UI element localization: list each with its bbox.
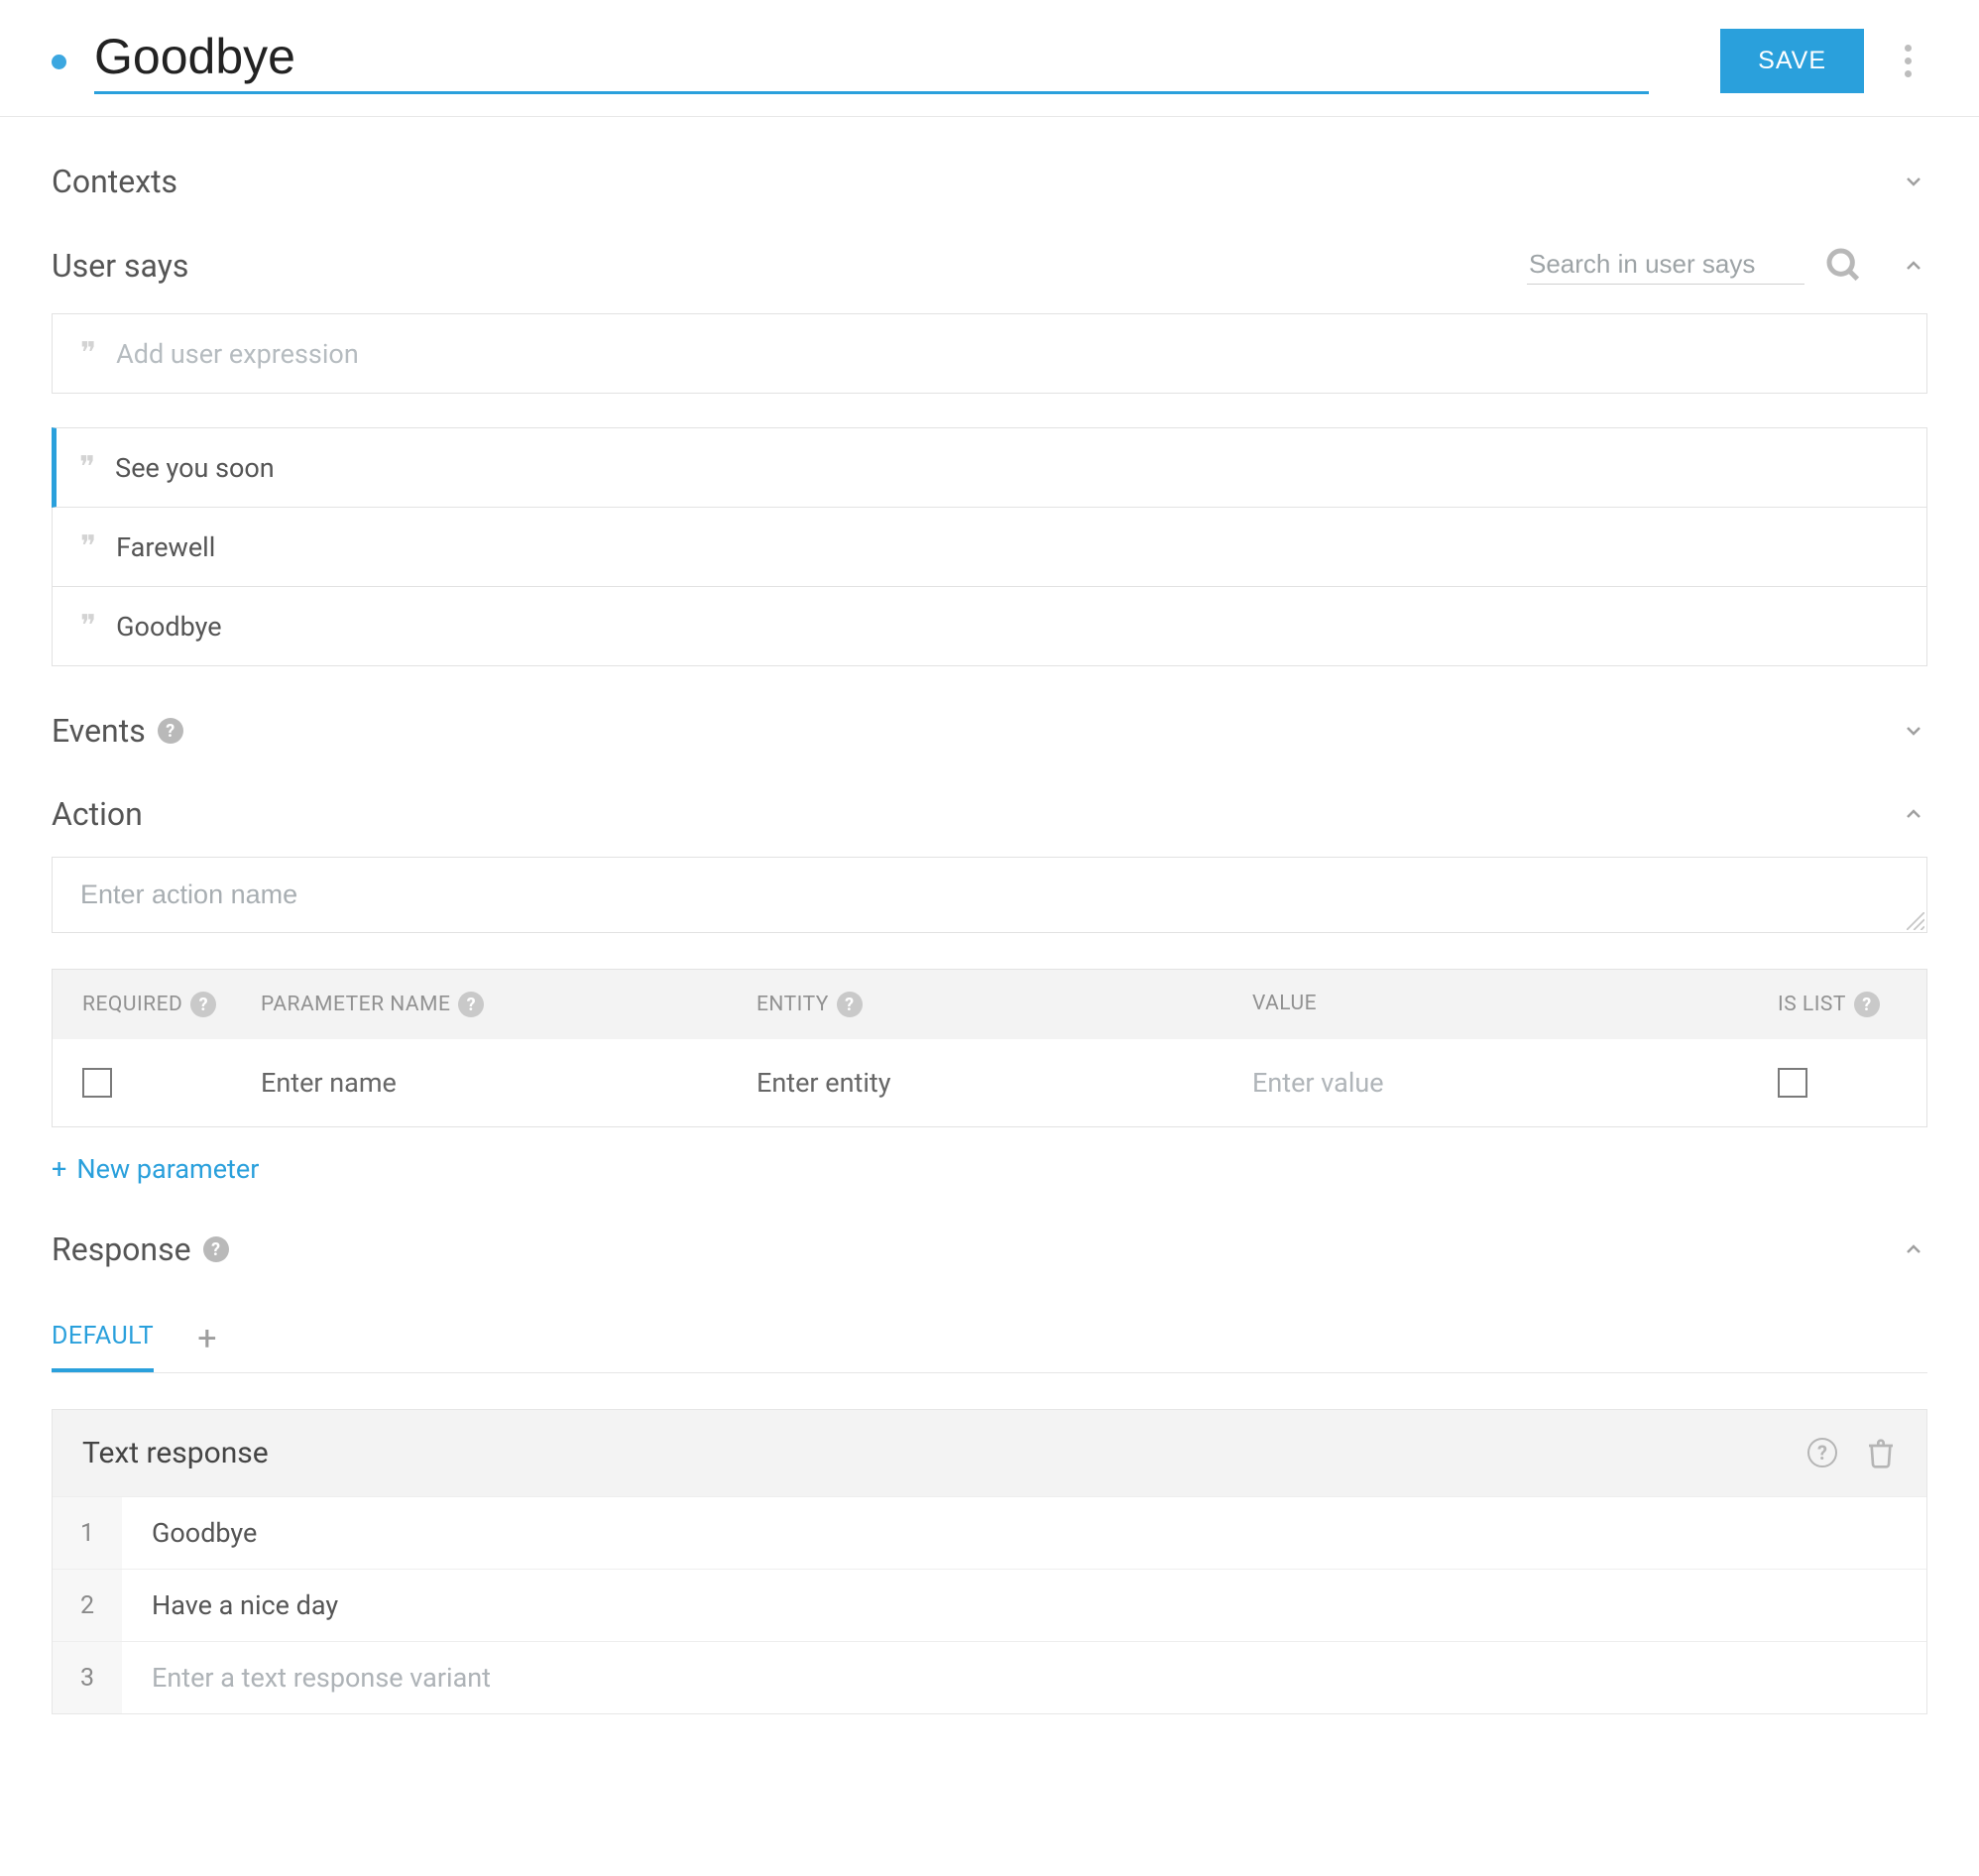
intent-status-dot-icon	[52, 55, 66, 69]
param-value-input[interactable]: Enter value	[1252, 1067, 1384, 1099]
search-icon[interactable]	[1824, 246, 1864, 286]
islist-help-icon[interactable]: ?	[1854, 992, 1880, 1017]
add-expression-placeholder: Add user expression	[116, 338, 359, 370]
new-parameter-label: New parameter	[76, 1153, 259, 1185]
user-expression-row[interactable]: ❞ Farewell	[52, 508, 1927, 587]
user-says-search-input[interactable]	[1527, 248, 1804, 285]
response-variant-text[interactable]: Have a nice day	[122, 1570, 1926, 1641]
col-entity-label: ENTITY	[757, 993, 829, 1016]
contexts-expand-toggle[interactable]	[1900, 168, 1927, 195]
response-variant-row[interactable]: 3 Enter a text response variant	[53, 1641, 1926, 1713]
user-says-title: User says	[52, 247, 188, 285]
section-action: Action	[52, 750, 1927, 833]
col-required-label: REQUIRED	[82, 993, 182, 1016]
user-expression-text: See you soon	[115, 452, 275, 484]
response-variant-number: 1	[53, 1497, 122, 1569]
action-collapse-toggle[interactable]	[1900, 800, 1927, 828]
text-response-card: Text response ? 1 Goodbye 2 Have a nice …	[52, 1409, 1927, 1714]
text-response-title: Text response	[82, 1436, 269, 1470]
paramname-help-icon[interactable]: ?	[458, 992, 484, 1017]
response-variant-text[interactable]: Goodbye	[122, 1497, 1926, 1569]
response-variant-row[interactable]: 2 Have a nice day	[53, 1569, 1926, 1641]
trash-icon[interactable]	[1865, 1438, 1897, 1469]
action-name-input[interactable]	[53, 858, 1926, 932]
resize-handle-icon[interactable]	[1907, 912, 1924, 930]
more-menu-icon[interactable]	[1888, 42, 1927, 81]
required-help-icon[interactable]: ?	[190, 992, 216, 1017]
response-variant-number: 2	[53, 1570, 122, 1641]
action-name-wrap	[52, 857, 1927, 933]
text-response-help-icon[interactable]: ?	[1807, 1438, 1837, 1467]
col-paramname-label: PARAMETER NAME	[261, 993, 450, 1016]
response-variant-placeholder[interactable]: Enter a text response variant	[122, 1642, 1926, 1713]
quote-icon: ❞	[80, 529, 96, 564]
add-user-expression-input[interactable]: ❞ Add user expression	[52, 313, 1927, 394]
user-expression-row[interactable]: ❞ See you soon	[52, 427, 1927, 508]
response-variant-number: 3	[53, 1642, 122, 1713]
response-tabs: DEFAULT +	[52, 1304, 1927, 1373]
section-contexts: Contexts	[52, 117, 1927, 200]
action-title: Action	[52, 795, 143, 833]
events-title: Events	[52, 712, 146, 750]
required-checkbox[interactable]	[82, 1068, 112, 1098]
response-help-icon[interactable]: ?	[203, 1236, 229, 1262]
response-variant-row[interactable]: 1 Goodbye	[53, 1496, 1926, 1569]
response-title: Response	[52, 1231, 191, 1268]
quote-icon: ❞	[80, 609, 96, 644]
param-name-input[interactable]: Enter name	[261, 1067, 397, 1099]
tab-default[interactable]: DEFAULT	[52, 1304, 154, 1372]
entity-help-icon[interactable]: ?	[837, 992, 863, 1017]
user-expression-text: Goodbye	[116, 611, 221, 643]
parameters-header: REQUIRED? PARAMETER NAME? ENTITY? VALUE …	[53, 970, 1926, 1039]
events-help-icon[interactable]: ?	[158, 718, 183, 744]
new-parameter-button[interactable]: + New parameter	[52, 1153, 1927, 1185]
param-entity-input[interactable]: Enter entity	[757, 1067, 891, 1099]
quote-icon: ❞	[79, 450, 95, 485]
section-user-says: User says	[52, 200, 1927, 286]
parameter-row[interactable]: Enter name Enter entity Enter value	[53, 1039, 1926, 1126]
intent-header: SAVE	[0, 0, 1979, 117]
user-expression-text: Farewell	[116, 531, 215, 563]
intent-name-input[interactable]	[94, 28, 1649, 94]
user-expression-row[interactable]: ❞ Goodbye	[52, 587, 1927, 666]
user-says-collapse-toggle[interactable]	[1900, 252, 1927, 280]
islist-checkbox[interactable]	[1778, 1068, 1807, 1098]
add-response-tab-button[interactable]: +	[197, 1319, 216, 1358]
col-value-label: VALUE	[1252, 992, 1317, 1015]
events-expand-toggle[interactable]	[1900, 717, 1927, 745]
response-collapse-toggle[interactable]	[1900, 1235, 1927, 1263]
section-response: Response ?	[52, 1185, 1927, 1268]
save-button[interactable]: SAVE	[1720, 29, 1864, 93]
section-events: Events ?	[52, 666, 1927, 750]
quote-icon: ❞	[80, 336, 96, 371]
plus-icon: +	[52, 1153, 66, 1185]
parameters-table: REQUIRED? PARAMETER NAME? ENTITY? VALUE …	[52, 969, 1927, 1127]
contexts-title: Contexts	[52, 163, 177, 200]
col-islist-label: IS LIST	[1778, 993, 1846, 1016]
